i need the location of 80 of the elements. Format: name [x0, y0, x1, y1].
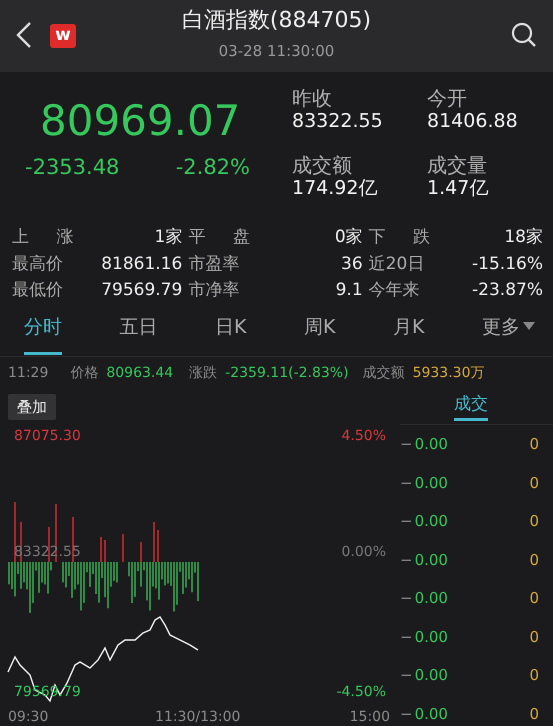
trade-price: 0.00 [414, 704, 448, 724]
trade-volume: 0 [529, 626, 539, 648]
trade-price: 0.00 [414, 588, 448, 609]
trade-price: 0.00 [414, 434, 448, 455]
trade-price: 0.00 [414, 665, 448, 686]
stat-label: 市净率 [188, 279, 240, 302]
stat-value: 18家 [503, 226, 543, 249]
time-axis-label: 11:30/13:00 [155, 710, 240, 724]
trade-price: 0.00 [414, 626, 448, 648]
price-change-percent: -2.82% [176, 154, 250, 181]
stat-label: 最低价 [12, 279, 64, 302]
field-label: 成交量 [427, 152, 488, 176]
stat-label: 平 盘 [188, 226, 248, 249]
chart-tab[interactable]: 月K [393, 305, 424, 355]
trades-tab[interactable]: 成交 [454, 390, 488, 420]
stat-label: 最高价 [12, 252, 64, 276]
app-logo[interactable]: w [50, 24, 76, 48]
stat-label: 上 涨 [12, 226, 72, 249]
stat-value: -15.16% [471, 252, 543, 276]
trade-volume: 0 [529, 588, 539, 609]
chart-tab[interactable]: 更多 [482, 305, 535, 355]
trade-volume: 0 [529, 511, 539, 532]
price-change: -2353.48 [25, 154, 120, 181]
quote-time: 03-28 11:30:00 [218, 41, 336, 62]
axis-percent-label: -4.50% [336, 685, 386, 699]
field-label: 今开 [427, 86, 468, 110]
dash-mark: − [400, 626, 413, 648]
stat-label: 近20日 [368, 252, 426, 276]
field-value: 1.47亿 [427, 176, 490, 200]
field-label: 成交额 [292, 152, 353, 176]
trade-volume: 0 [529, 434, 539, 455]
overlay-button[interactable]: 叠加 [8, 394, 56, 420]
chart-tab[interactable]: 周K [304, 305, 336, 355]
crosshair-change: -2359.11(-2.83%) [225, 364, 349, 383]
chart-tab[interactable]: 五日 [120, 305, 158, 355]
price-label: 价格 [70, 364, 98, 383]
stat-value: 79569.79 [100, 279, 182, 302]
amount-label: 成交额 [362, 364, 405, 383]
trade-price: 0.00 [414, 550, 448, 570]
stat-value: 81861.16 [100, 252, 182, 276]
stat-value: -23.87% [471, 279, 543, 302]
dash-mark: − [400, 588, 413, 609]
field-value: 174.92亿 [292, 176, 378, 200]
index-title: 白酒指数(884705) [180, 7, 372, 32]
stat-value: 0家 [334, 226, 363, 249]
current-price: 80969.07 [40, 100, 242, 142]
trade-volume: 0 [529, 665, 539, 686]
stat-value: 1家 [154, 226, 182, 249]
axis-percent-label: 4.50% [342, 429, 386, 443]
axis-percent-label: 0.00% [342, 545, 386, 559]
chart-tab[interactable]: 分时 [24, 305, 62, 355]
crosshair-price: 80963.44 [106, 364, 174, 383]
field-value: 83322.55 [292, 110, 384, 133]
dash-mark: − [400, 434, 413, 455]
axis-price-label: 87075.30 [14, 429, 81, 443]
stat-label: 今年来 [368, 279, 421, 302]
dash-mark: − [400, 550, 413, 570]
trade-volume: 0 [529, 472, 539, 494]
trade-volume: 0 [529, 704, 539, 724]
stat-label: 市盈率 [188, 252, 240, 276]
dash-mark: − [400, 472, 413, 494]
change-label: 涨跌 [189, 364, 218, 383]
search-icon[interactable] [511, 22, 537, 48]
crosshair-time: 11:29 [8, 364, 48, 383]
dash-mark: − [400, 665, 413, 686]
dash-mark: − [400, 704, 413, 724]
crosshair-amount: 5933.30万 [412, 364, 484, 383]
stat-value: 9.1 [334, 279, 363, 302]
trade-price: 0.00 [414, 472, 448, 494]
dash-mark: − [400, 511, 413, 532]
time-axis-label: 15:00 [350, 710, 390, 724]
trade-price: 0.00 [414, 511, 448, 532]
stat-value: 36 [340, 252, 363, 276]
time-axis-label: 09:30 [8, 710, 48, 724]
field-value: 81406.88 [427, 110, 519, 133]
back-icon[interactable] [16, 22, 32, 48]
stat-label: 下 跌 [368, 226, 429, 249]
field-label: 昨收 [292, 86, 333, 110]
chart-tab[interactable]: 日K [215, 305, 246, 355]
trade-volume: 0 [529, 550, 539, 570]
